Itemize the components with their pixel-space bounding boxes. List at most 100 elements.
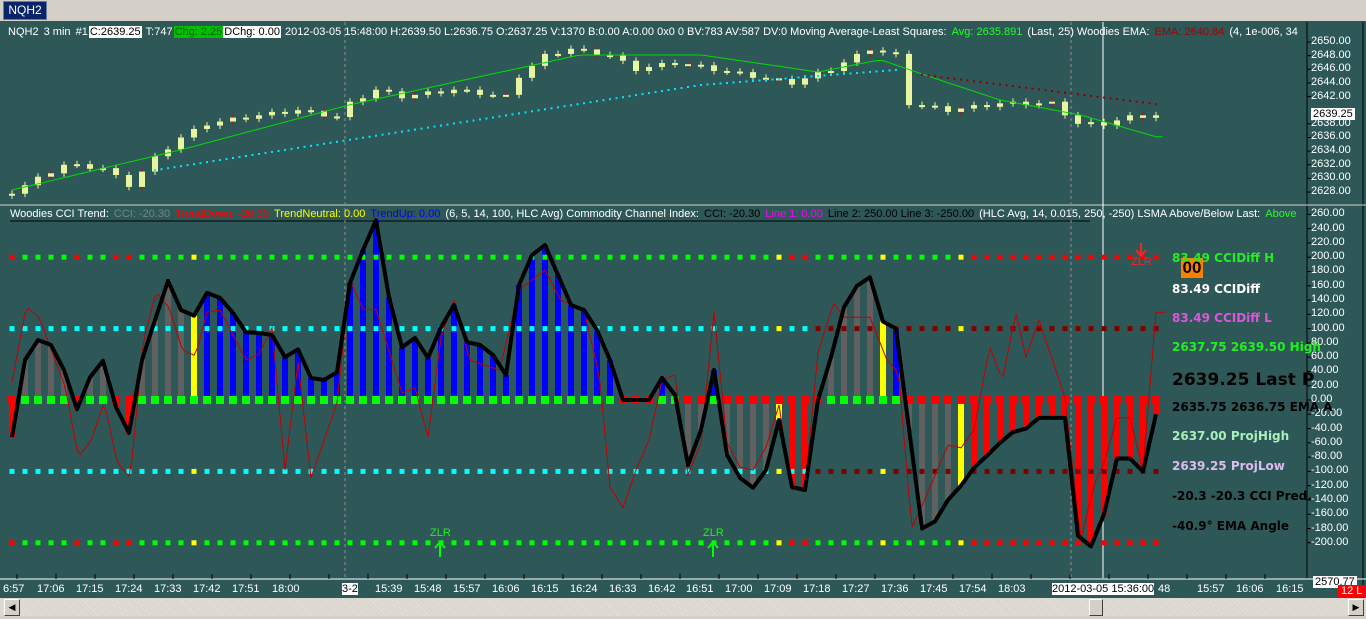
bar-info: 2012-03-05 15:48:00 H:2639.50 L:2636.75 … [285,26,947,38]
level-dot--100 [776,468,782,474]
level-dot--100 [880,468,886,474]
cci-value-2: CCI: -20.30 [704,208,761,220]
level-dot--200 [386,540,392,546]
level-dot-0 [125,396,133,404]
ema-dot-up [167,167,169,170]
cci-axis-label: -140.00 [1311,492,1349,505]
candle-body [477,89,483,95]
scroll-thumb[interactable] [1089,599,1103,616]
indicator-label: 2639.25 ProjLow [1172,459,1285,473]
candle-body [1153,115,1159,118]
candle-body [1062,101,1068,116]
level-dot-0 [268,396,276,404]
level-dot-0 [177,396,185,404]
level-dot-200 [776,254,782,260]
candle-body [87,164,93,169]
ema-dot-up [336,140,338,143]
candle-body [633,60,639,71]
level-dot-100 [425,326,431,332]
level-dot--100 [1049,468,1055,474]
level-dot-100 [997,326,1003,332]
level-dot-200 [542,254,548,260]
indicator-label: 83.49 CCIDiff [1172,282,1261,296]
level-dot-0 [606,396,614,404]
level-dot-100 [750,326,756,332]
level-dot--100 [269,468,275,474]
level-dot--200 [347,540,353,546]
indicator-label: 83.49 CCIDiff L [1172,311,1272,325]
ema-dot-up [453,122,455,125]
indicator-label: 2635.75 2636.75 EMA A [1172,400,1333,414]
level-dot-100 [854,326,860,332]
ema-dot-up [420,127,423,130]
level-dot--200 [633,540,639,546]
level-dot-200 [893,254,899,260]
candle-body [308,110,314,113]
level-dot-100 [724,326,730,332]
ema-dot-up [739,80,741,83]
cci-axis-label: 260.00 [1311,207,1345,220]
level-dot--200 [698,540,704,546]
level-dot-200 [35,254,41,260]
ema-dot-up [232,157,234,160]
level-dot-0 [996,396,1004,404]
level-dot-200 [204,254,210,260]
level-dot-200 [399,254,405,260]
level-dot-100 [646,326,652,332]
level-dot-0 [749,396,757,404]
ema-dot-down [953,77,956,80]
scroll-left-button[interactable]: ◀ [4,599,20,616]
ema-dot-up [498,115,501,118]
level-dot--100 [386,468,392,474]
level-dot-100 [295,326,301,332]
level-dot--200 [373,540,379,546]
scroll-right-button[interactable]: ▶ [1348,599,1364,616]
level-dot--100 [1101,468,1107,474]
level-dot--100 [958,468,964,474]
horizontal-scrollbar[interactable] [0,598,1366,616]
level-dot-0 [593,396,601,404]
ema-dot-up [745,80,748,83]
level-dot--100 [490,468,496,474]
level-dot--200 [477,540,483,546]
time-axis-label: 17:54 [959,583,987,595]
ema-params: (4, 1e-006, 34 [1229,26,1298,38]
level-dot--200 [724,540,730,546]
price-axis-label: 2648.00 [1311,48,1351,61]
level-dot-0 [879,396,887,404]
level-dot-0 [1048,396,1056,404]
level-dot--100 [893,468,899,474]
level-dot--200 [360,540,366,546]
level-dot--100 [1036,468,1042,474]
cci-axis-label: 200.00 [1311,250,1345,263]
ema-dot-up [381,133,384,136]
ema-dot-up [375,134,377,137]
ema-dot-up [804,75,806,78]
ema-dot-up [284,148,286,151]
cci-axis-label: -120.00 [1311,478,1349,491]
ema-value: EMA: 2640.84 [1154,26,1225,38]
level-dot-200 [308,254,314,260]
price-axis-label: 2636.00 [1311,130,1351,143]
level-dot--100 [1153,468,1159,474]
level-dot--200 [646,540,652,546]
candle-body [945,106,951,112]
time-axis-label: 17:06 [37,583,65,595]
cci-histogram-bar [854,285,860,400]
level-dot-0 [1113,396,1121,404]
ema-dot-up [290,147,293,150]
level-dot-100 [35,326,41,332]
level-dot-100 [633,326,639,332]
level-dot-100 [945,326,951,332]
ema-dot-down [1025,86,1027,89]
ema-dot-up [836,73,839,76]
ema-dot-down [921,73,923,76]
level-dot-200 [750,254,756,260]
cci-histogram-bar [178,310,184,400]
ema-dot-down [1031,87,1034,90]
level-dot-200 [620,254,626,260]
chart-canvas[interactable] [0,0,1366,619]
level-dot--200 [737,540,743,546]
cci-params: (6, 5, 14, 100, HLC Avg) Commodity Chann… [445,208,699,220]
time-axis-label: 17:00 [725,583,753,595]
